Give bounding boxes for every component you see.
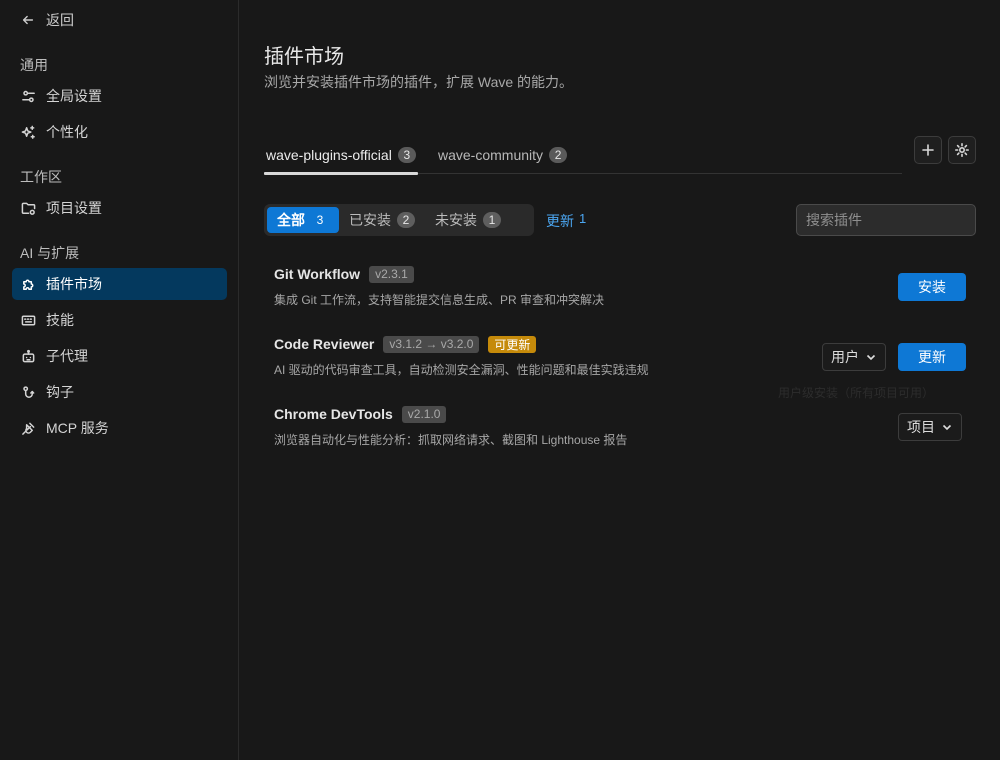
filter-all[interactable]: 全部 3 [267,207,339,233]
section-general: 通用 [20,57,48,73]
keyboard-icon [20,312,36,328]
scope-value: 用户 [831,349,859,365]
scope-value: 项目 [907,419,935,435]
version-badge: v2.1.0 [401,405,447,423]
page-title: 插件市场 [264,46,344,68]
sparkle-icon [20,124,36,140]
version-badge: v2.3.1 [369,265,414,283]
chevron-down-icon [942,424,952,431]
sidebar-item-label: 插件市场 [46,276,102,292]
scope-select-user[interactable]: 用户 [822,343,886,371]
filter-label: 全部 [277,212,305,228]
plugin-name: Git Workflow [274,266,361,282]
tab-count: 3 [397,147,416,163]
plus-icon [922,144,934,156]
sidebar-item-label: 钩子 [46,384,74,400]
tab-count: 2 [549,147,568,163]
sidebar-item-label: MCP 服务 [46,420,109,436]
search-input[interactable] [796,204,976,236]
filter-group: 全部 3 已安装 2 未安装 1 [264,204,534,236]
plugin-name: Code Reviewer [274,336,375,352]
plugin-description: 集成 Git 工作流，支持智能提交信息生成、PR 审查和冲突解决 [274,293,605,307]
filter-count: 1 [579,211,587,226]
filter-updates-link[interactable]: 更新 1 [546,211,586,231]
plugin-description: AI 驱动的代码审查工具，自动检测安全漏洞、性能问题和最佳实践违规 [274,363,649,377]
plugin-name: Chrome DevTools [274,406,393,422]
sidebar-item-global-settings[interactable]: 全局设置 [12,80,227,112]
plugin-row-git-workflow: Git Workflow v2.3.1 集成 Git 工作流，支持智能提交信息生… [274,264,966,314]
filter-count: 2 [397,212,415,228]
version-badge: v3.1.2 → v3.2.0 [383,335,480,353]
main-panel: 插件市场 浏览并安装插件市场的插件，扩展 Wave 的能力。 wave-plug… [240,0,1000,760]
plugin-row-chrome-devtools: Chrome DevTools v2.1.0 浏览器自动化与性能分析：抓取网络请… [274,404,966,454]
chevron-down-icon [866,354,876,361]
sidebar-item-hooks[interactable]: 钩子 [12,376,227,408]
source-tabs: wave-plugins-official 3 wave-community 2 [264,136,902,175]
tab-wave-plugins-official[interactable]: wave-plugins-official 3 [264,136,418,175]
filter-label: 更新 [546,213,574,229]
sidebar-item-label: 子代理 [46,348,88,364]
scope-tooltip: 用户级安装（所有项目可用） [778,386,935,400]
plug-icon [20,420,36,436]
section-ai: AI 与扩展 [20,245,80,261]
sidebar-item-label: 个性化 [46,124,88,140]
plugin-row-code-reviewer: Code Reviewer v3.1.2 → v3.2.0 可更新 AI 驱动的… [274,334,966,384]
gear-icon [955,143,969,157]
filter-label: 未安装 [435,212,477,228]
sliders-icon [20,88,36,104]
update-button[interactable]: 更新 [898,343,966,371]
add-source-button[interactable] [914,136,942,164]
robot-icon [20,348,36,364]
sidebar-item-label: 全局设置 [46,88,102,104]
section-workspace: 工作区 [20,169,62,185]
arrow-left-icon [20,12,36,28]
update-available-badge: 可更新 [488,335,537,353]
puzzle-icon [20,276,36,292]
tab-label: wave-plugins-official [266,147,392,163]
filter-label: 已安装 [349,212,391,228]
scope-select-project[interactable]: 项目 [898,413,962,441]
sidebar-item-mcp[interactable]: MCP 服务 [12,412,227,444]
tab-label: wave-community [438,147,544,163]
back-label: 返回 [46,12,74,28]
folder-gear-icon [20,200,36,216]
sidebar-item-project-settings[interactable]: 项目设置 [12,192,227,224]
sidebar: 返回 通用 全局设置 个性化 工作区 项目设置 AI 与扩展 插件市场 技能 子… [0,0,239,760]
sidebar-item-subagent[interactable]: 子代理 [12,340,227,372]
page-subtitle: 浏览并安装插件市场的插件，扩展 Wave 的能力。 [264,74,574,90]
sidebar-item-skills[interactable]: 技能 [12,304,227,336]
source-settings-button[interactable] [948,136,976,164]
filter-not-installed[interactable]: 未安装 1 [425,207,511,233]
sidebar-item-label: 技能 [46,312,74,328]
plugin-description: 浏览器自动化与性能分析：抓取网络请求、截图和 Lighthouse 报告 [274,433,628,447]
filter-count: 1 [483,212,501,228]
filter-installed[interactable]: 已安装 2 [339,207,425,233]
install-button[interactable]: 安装 [898,273,966,301]
tab-wave-community[interactable]: wave-community 2 [436,136,569,174]
sidebar-item-marketplace[interactable]: 插件市场 [12,268,227,300]
sidebar-item-personalize[interactable]: 个性化 [12,116,227,148]
hook-icon [20,384,36,400]
filter-count: 3 [316,213,324,227]
sidebar-item-label: 项目设置 [46,200,102,216]
back-button[interactable]: 返回 [20,10,74,30]
